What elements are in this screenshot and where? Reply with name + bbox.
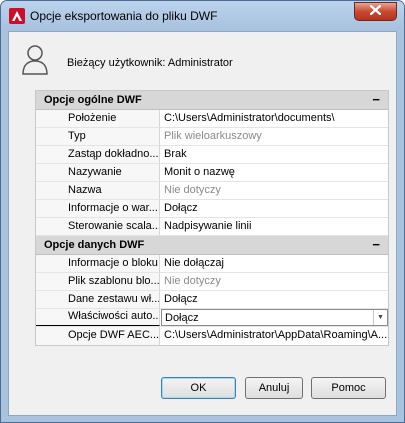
property-grid: Opcje ogólne DWF − Położenie C:\Users\Ad… [35,90,389,346]
collapse-icon[interactable]: − [372,237,380,252]
property-row-name[interactable]: Nazwa Nie dotyczy [36,182,388,200]
property-value[interactable]: Monit o nazwę [160,164,388,181]
current-user-label: Bieżący użytkownik: Administrator [67,57,233,69]
property-row-block-template[interactable]: Plik szablonu blo... Nie dotyczy [36,273,388,291]
property-row-property-set-data[interactable]: Dane zestawu wł... Dołącz [36,291,388,309]
property-value[interactable]: Dołącz [160,200,388,217]
property-name: Informacje o war... [36,200,160,217]
property-name: Sterowanie scala... [36,218,160,235]
property-value[interactable]: C:\Users\Administrator\documents\ [160,110,388,127]
window-title: Opcje eksportowania do pliku DWF [30,9,218,23]
property-row-aec-options[interactable]: Opcje DWF AEC... C:\Users\Administrator\… [36,327,388,345]
property-value: Nie dotyczy [164,184,221,196]
property-value-cell: Dołącz ▼ [160,309,388,326]
property-name: Nazwa [36,182,160,199]
ok-button[interactable]: OK [161,377,236,399]
property-row-location[interactable]: Położenie C:\Users\Administrator\documen… [36,110,388,128]
dialog-window: Opcje eksportowania do pliku DWF Bieżący… [0,0,405,423]
close-button[interactable] [354,2,397,21]
property-name: Plik szablonu blo... [36,273,160,290]
help-button[interactable]: Pomoc [311,377,386,399]
property-row-block-info[interactable]: Informacje o bloku Nie dołączaj [36,255,388,273]
chevron-down-icon[interactable]: ▼ [373,310,387,325]
section-header-general[interactable]: Opcje ogólne DWF − [36,91,388,110]
property-row-auto-properties[interactable]: Właściwości auto... Dołącz ▼ [36,309,388,327]
property-value[interactable]: Nadpisywanie linii [160,218,388,235]
section-title: Opcje danych DWF [44,239,145,251]
property-row-merge-control[interactable]: Sterowanie scala... Nadpisywanie linii [36,218,388,236]
property-name: Dane zestawu wł... [36,291,160,308]
property-name: Nazywanie [36,164,160,181]
title-bar[interactable]: Opcje eksportowania do pliku DWF [1,1,404,31]
auto-properties-dropdown[interactable]: Dołącz ▼ [161,309,388,326]
dropdown-selected-value: Dołącz [165,312,199,324]
property-row-type[interactable]: Typ Plik wieloarkuszowy [36,128,388,146]
property-value[interactable]: Nie dołączaj [160,255,388,272]
close-icon [369,4,382,18]
property-row-layer-info[interactable]: Informacje o war... Dołącz [36,200,388,218]
property-row-precision-override[interactable]: Zastąp dokładno... Brak [36,146,388,164]
property-name: Położenie [36,110,160,127]
user-icon [21,44,49,76]
collapse-icon[interactable]: − [372,92,380,107]
cancel-button[interactable]: Anuluj [245,377,303,399]
dialog-body: Bieżący użytkownik: Administrator Opcje … [8,31,397,416]
property-value[interactable]: C:\Users\Administrator\AppData\Roaming\A… [160,327,388,345]
property-name: Zastąp dokładno... [36,146,160,163]
property-value: Plik wieloarkuszowy [164,130,262,142]
property-row-naming[interactable]: Nazywanie Monit o nazwę [36,164,388,182]
property-name: Informacje o bloku [36,255,160,272]
property-name: Właściwości auto... [36,309,160,326]
section-header-data[interactable]: Opcje danych DWF − [36,236,388,255]
property-name: Typ [36,128,160,145]
section-title: Opcje ogólne DWF [44,94,142,106]
autocad-app-icon [9,8,25,24]
property-value[interactable]: Dołącz [160,291,388,308]
property-value[interactable]: Brak [160,146,388,163]
property-name: Opcje DWF AEC... [36,327,160,345]
property-value: Nie dotyczy [164,275,221,287]
